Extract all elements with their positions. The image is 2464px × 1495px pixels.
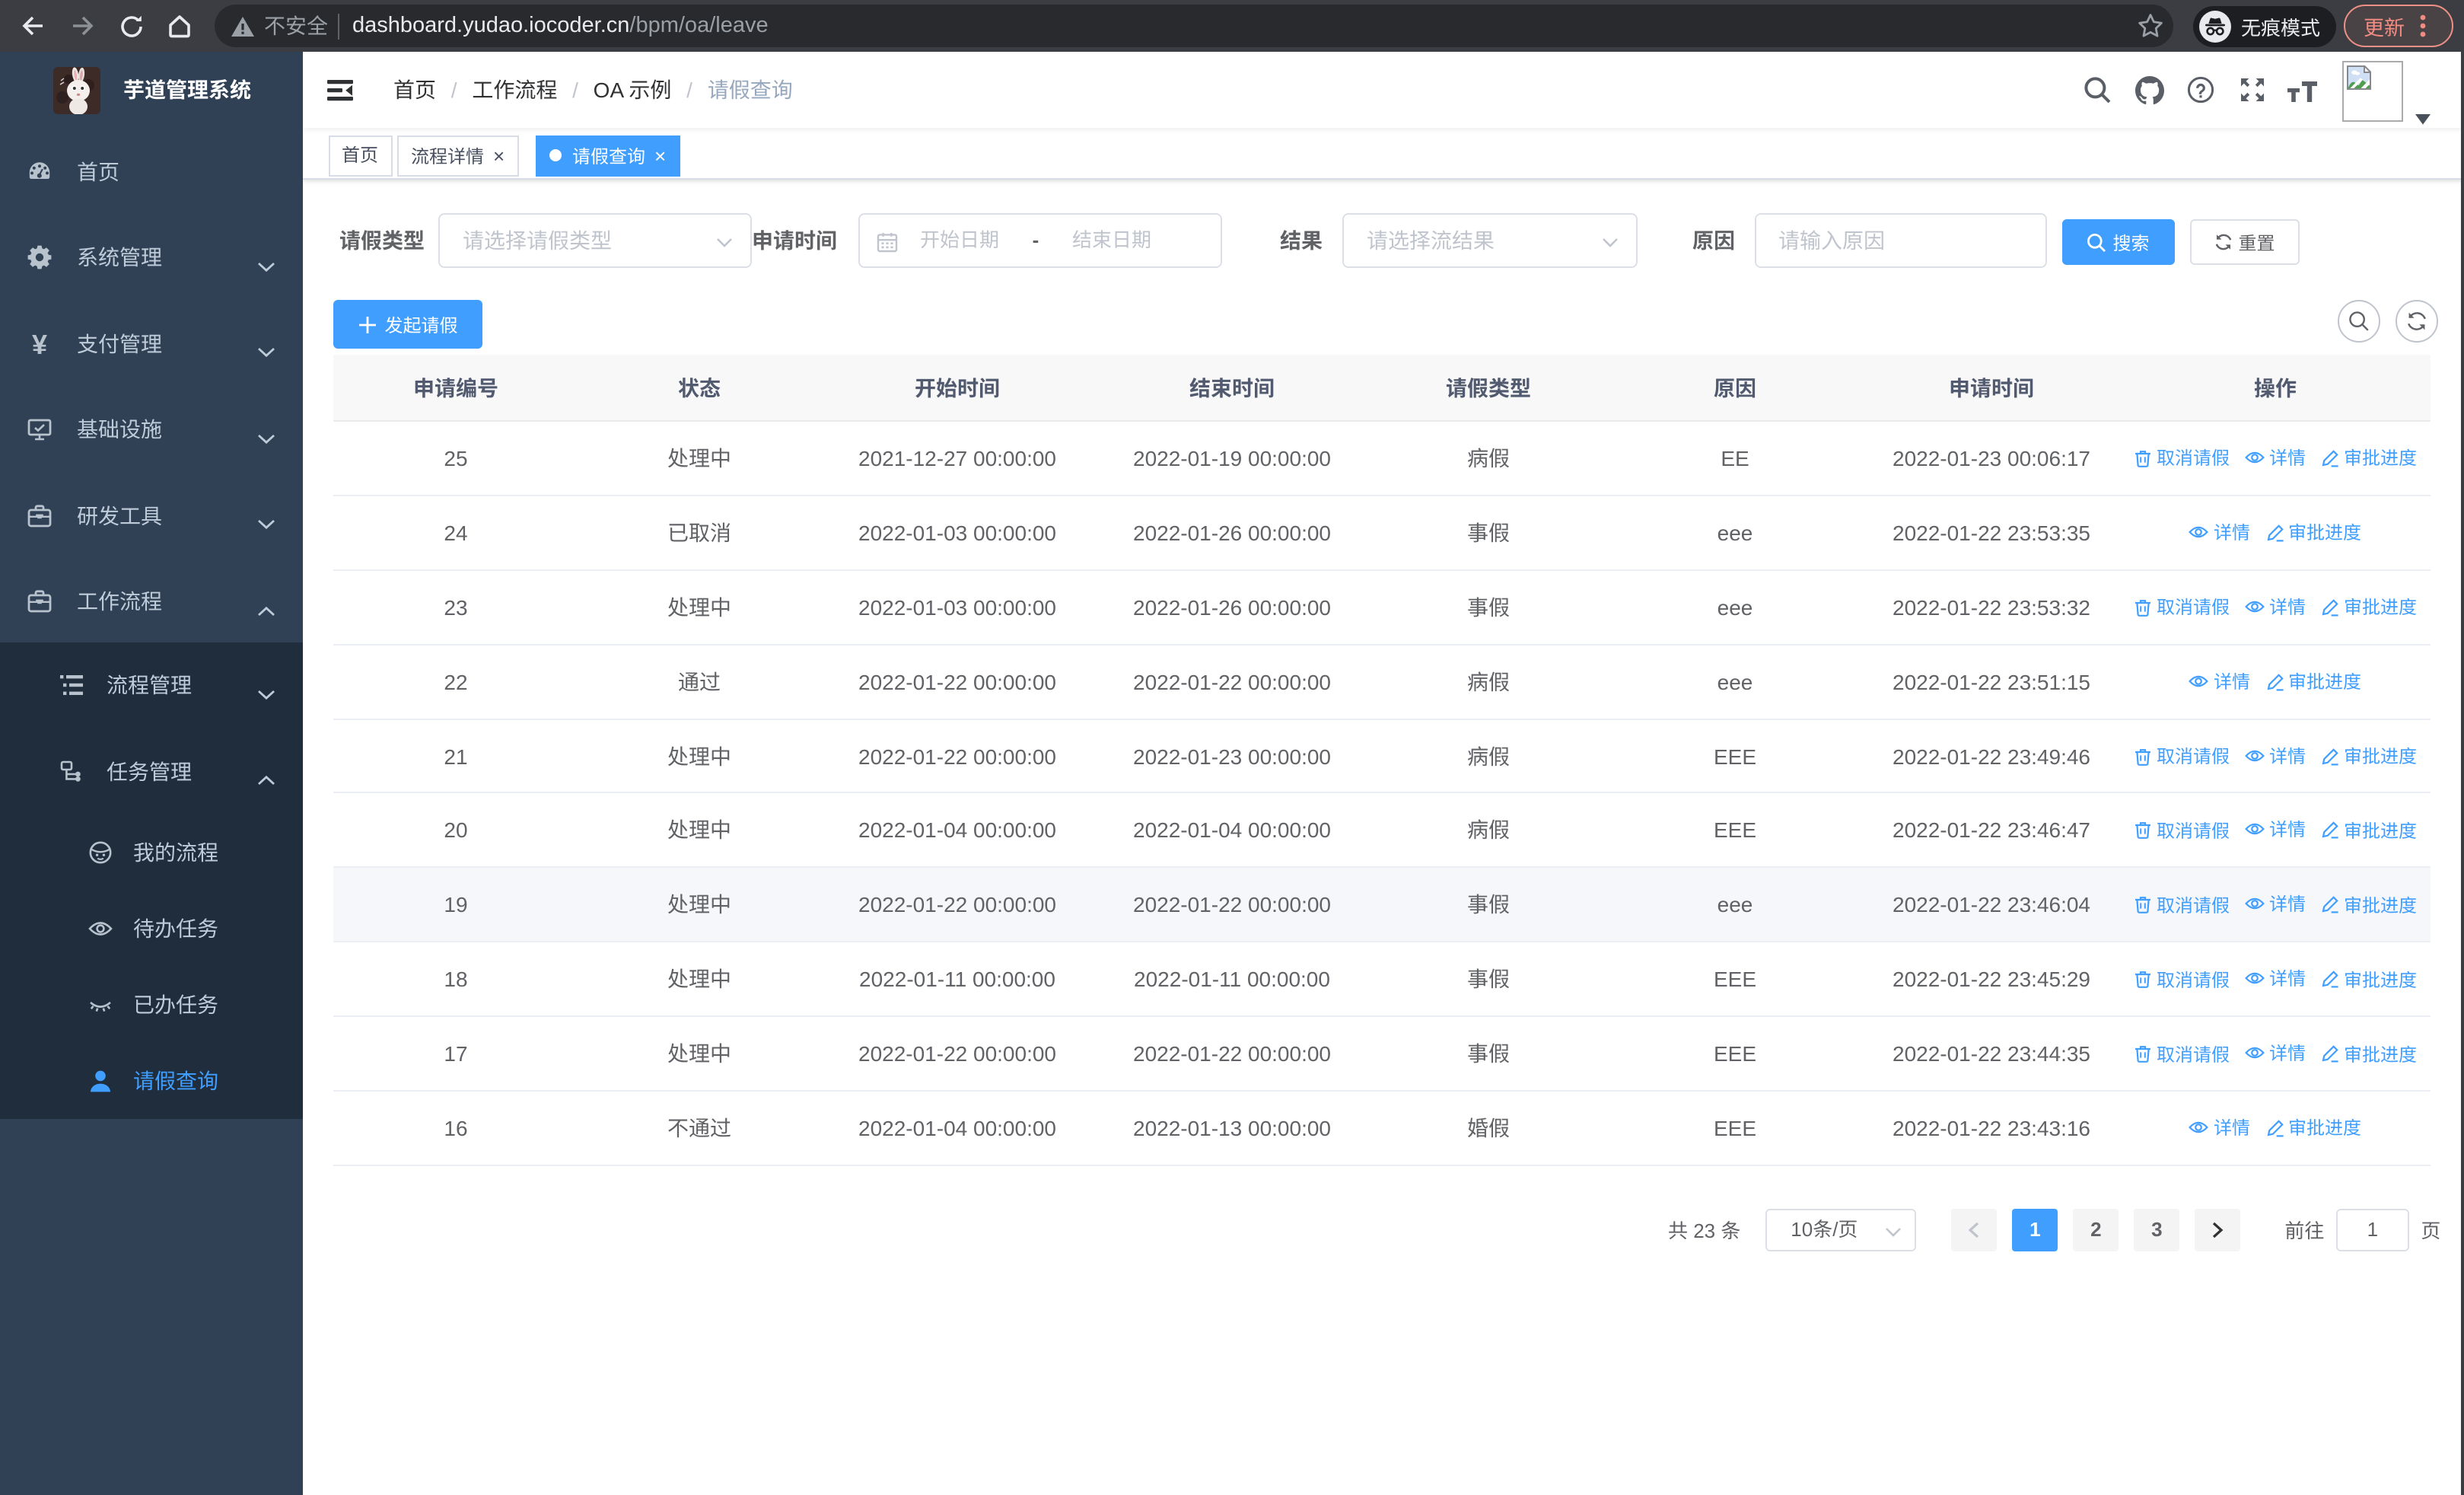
svg-text:¥: ¥: [32, 331, 47, 355]
